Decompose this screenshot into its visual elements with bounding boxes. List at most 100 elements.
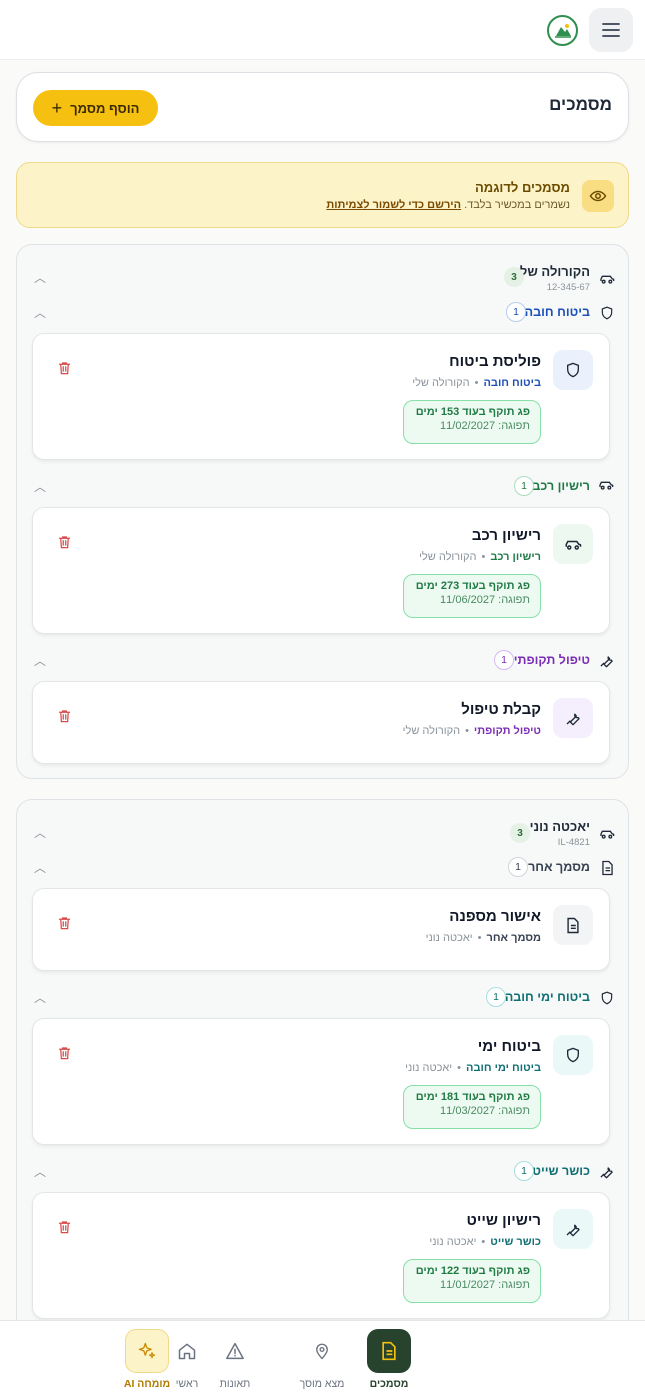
category-header[interactable]: מסמך אחר 1 ︿ [17,856,628,880]
trash-icon[interactable] [57,1219,72,1235]
vehicle-group: הקורולה שלי 12-345-67 3 ︿ ביטוח חובה 1 ︿… [16,244,629,779]
expiry-badge: פג תוקף בעוד 181 ימים תפוגה: 11/03/2027 [403,1085,541,1129]
trash-icon[interactable] [57,534,72,550]
document-category: מסמך אחר [486,932,541,944]
category-label: כושר שייט [532,1164,590,1178]
expiry-date: תפוגה: 11/06/2027 [440,594,530,606]
document-card[interactable]: אישור מספנה מסמך אחר•יאכטה נוני [32,888,610,971]
chevron-up-icon[interactable]: ︿ [33,1164,47,1179]
vehicle-name: הקורולה שלי [515,264,590,279]
document-vehicle: יאכטה נוני [429,1236,477,1248]
nav-ai-expert[interactable]: מומחה AI [107,1329,187,1391]
chevron-up-icon[interactable]: ︿ [33,653,47,668]
document-title: רישיון שייט [466,1212,541,1229]
shield-icon [601,991,613,1005]
category-header[interactable]: ביטוח חובה 1 ︿ [17,301,628,325]
document-icon [553,905,593,945]
document-title: ביטוח ימי [477,1038,541,1055]
document-meta: כושר שייט•יאכטה נוני [429,1236,541,1248]
car-icon [599,481,614,490]
sparkles-icon [125,1329,169,1373]
category-label: ביטוח ימי חובה [504,990,590,1004]
wrench-icon [600,1167,613,1179]
add-document-button[interactable]: הוסף מסמך + [33,90,158,126]
hamburger-icon [602,23,620,37]
eye-icon [582,180,614,212]
expiry-date: תפוגה: 11/02/2027 [440,420,530,432]
category-count: 1 [508,857,528,877]
document-category: ביטוח חובה [483,377,541,389]
plus-icon: + [51,98,63,118]
vehicle-header[interactable]: הקורולה שלי 12-345-67 3 ︿ [17,261,628,301]
category-label: טיפול תקופתי [513,653,590,667]
document-card[interactable]: קבלת טיפול טיפול תקופתי•הקורולה שלי [32,681,610,764]
shield-icon [553,1035,593,1075]
document-vehicle: הקורולה שלי [419,551,477,563]
category-header[interactable]: ביטוח ימי חובה 1 ︿ [17,986,628,1010]
chevron-up-icon[interactable]: ︿ [33,270,47,285]
trash-icon[interactable] [57,360,72,376]
app-logo[interactable] [547,15,578,46]
document-card[interactable]: פוליסת ביטוח ביטוח חובה•הקורולה שלי פג ת… [32,333,610,460]
register-link[interactable]: הירשם כדי לשמור לצמיתות [326,199,461,211]
category-label: ביטוח חובה [524,305,590,319]
chevron-up-icon[interactable]: ︿ [33,990,47,1005]
category-count: 1 [494,650,514,670]
expiry-badge: פג תוקף בעוד 153 ימים תפוגה: 11/02/2027 [403,400,541,444]
car-icon [600,830,615,839]
expiry-badge: פג תוקף בעוד 122 ימים תפוגה: 11/01/2027 [403,1259,541,1303]
expiry-days: פג תוקף בעוד 153 ימים [415,406,530,418]
menu-button[interactable] [589,8,633,52]
nav-find-garage[interactable]: מצא מוסך [282,1329,362,1391]
document-card[interactable]: רישיון רכב רישיון רכב•הקורולה שלי פג תוק… [32,507,610,634]
vehicle-name: יאכטה נוני [529,819,590,834]
trash-icon[interactable] [57,915,72,931]
vehicle-plate: 12-345-67 [546,282,590,293]
document-vehicle: יאכטה נוני [425,932,473,944]
document-meta: מסמך אחר•יאכטה נוני [425,932,541,944]
banner-title: מסמכים לדוגמה [474,180,570,195]
category-label: מסמך אחר [528,860,590,874]
category-label: רישיון רכב [532,479,590,493]
expiry-days: פג תוקף בעוד 181 ימים [415,1091,530,1103]
category-count: 1 [514,476,534,496]
vehicle-doc-count: 3 [510,823,530,843]
document-card[interactable]: רישיון שייט כושר שייט•יאכטה נוני פג תוקף… [32,1192,610,1319]
add-document-label: הוסף מסמך [70,100,140,116]
category-count: 1 [506,302,526,322]
banner-subtitle: נשמרים במכשיר בלבד. הירשם כדי לשמור לצמי… [326,199,570,211]
document-icon [367,1329,411,1373]
chevron-up-icon[interactable]: ︿ [33,860,47,875]
expiry-date: תפוגה: 11/01/2027 [440,1279,530,1291]
document-vehicle: הקורולה שלי [412,377,470,389]
wrench-icon [553,698,593,738]
chevron-up-icon[interactable]: ︿ [33,479,47,494]
nav-accidents[interactable]: תאונות [195,1329,275,1391]
document-vehicle: יאכטה נוני [405,1062,453,1074]
chevron-up-icon[interactable]: ︿ [33,305,47,320]
top-bar [0,0,645,60]
document-title: רישיון רכב [471,527,541,544]
document-title: אישור מספנה [449,908,541,925]
logo-icon [554,23,571,38]
chevron-up-icon[interactable]: ︿ [33,825,47,840]
trash-icon[interactable] [57,708,72,724]
vehicle-plate: IL-4821 [557,837,590,848]
vehicle-group: יאכטה נוני IL-4821 3 ︿ מסמך אחר 1 ︿ אישו… [16,799,629,1359]
nav-find-garage-label: מצא מוסך [299,1378,345,1390]
category-header[interactable]: טיפול תקופתי 1 ︿ [17,649,628,673]
document-title: פוליסת ביטוח [449,353,541,370]
category-header[interactable]: כושר שייט 1 ︿ [17,1160,628,1184]
expiry-date: תפוגה: 11/03/2027 [440,1105,530,1117]
expiry-days: פג תוקף בעוד 122 ימים [415,1265,530,1277]
document-card[interactable]: ביטוח ימי ביטוח ימי חובה•יאכטה נוני פג ת… [32,1018,610,1145]
trash-icon[interactable] [57,1045,72,1061]
nav-accidents-label: תאונות [219,1378,251,1390]
document-meta: טיפול תקופתי•הקורולה שלי [402,725,541,737]
document-category: רישיון רכב [490,551,541,563]
document-category: טיפול תקופתי [473,725,541,737]
category-count: 1 [514,1161,534,1181]
vehicle-header[interactable]: יאכטה נוני IL-4821 3 ︿ [17,816,628,856]
document-title: קבלת טיפול [461,701,541,718]
category-header[interactable]: רישיון רכב 1 ︿ [17,475,628,499]
